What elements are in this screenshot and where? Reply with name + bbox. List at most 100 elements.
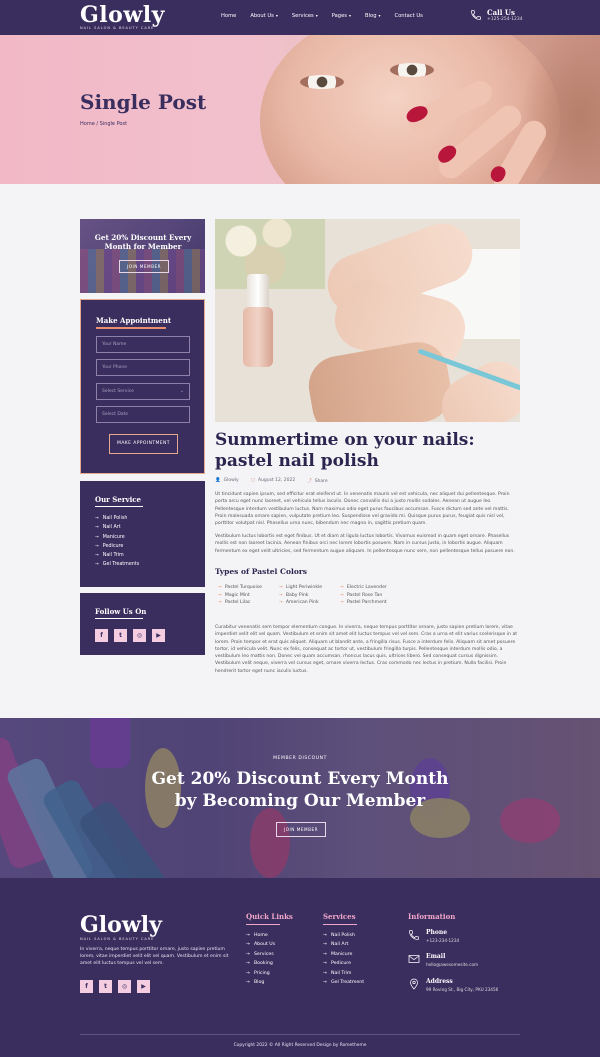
instagram-icon[interactable]: ◎: [118, 980, 131, 993]
footer-logo[interactable]: Glowly NAIL SALON & BEAUTY CARE: [80, 913, 162, 941]
arrow-right-icon: →: [340, 585, 344, 590]
footer-link[interactable]: → Booking: [246, 959, 293, 968]
nav-pages[interactable]: Pages ▾: [332, 13, 351, 19]
information-title: Information: [408, 912, 456, 921]
arrow-right-icon: →: [246, 942, 250, 948]
twitter-icon[interactable]: t: [99, 980, 112, 993]
list-item: → Pastel Rose Tan: [340, 592, 383, 598]
list-item: → Magic Mint: [218, 592, 250, 598]
arrow-right-icon: →: [246, 933, 250, 938]
footer-logo-name: Glowly: [80, 912, 162, 938]
service-item[interactable]: → Nail Polish: [95, 514, 139, 523]
list-item: → Baby Pink: [279, 592, 309, 598]
nav-services[interactable]: Services ▾: [292, 13, 318, 19]
chevron-down-icon: ▾: [275, 13, 278, 18]
hero-eye-right: [390, 63, 434, 77]
arrow-right-icon: →: [279, 600, 283, 605]
post-author[interactable]: 👤 Glowly: [215, 478, 239, 484]
footer-link[interactable]: → Manicure: [323, 950, 364, 959]
footer-link[interactable]: → Home: [246, 931, 293, 940]
phone-field[interactable]: Your Phone: [96, 359, 190, 376]
service-item[interactable]: → Pedicure: [95, 542, 139, 551]
arrow-right-icon: →: [340, 600, 344, 605]
list-item: → Pastel Turquoise: [218, 585, 262, 590]
email-value: hello@awesomesite.com: [426, 962, 479, 967]
arrow-right-icon: →: [95, 516, 99, 521]
email-label: Email: [426, 953, 446, 960]
footer-link[interactable]: → Pricing: [246, 969, 293, 978]
arrow-right-icon: →: [323, 970, 327, 976]
phone-icon: [409, 930, 419, 940]
twitter-icon[interactable]: t: [114, 629, 127, 642]
email-icon: [408, 955, 420, 963]
service-select[interactable]: Select Service ⌄: [96, 383, 190, 400]
facebook-icon[interactable]: f: [80, 980, 93, 993]
logo[interactable]: Glowly NAIL SALON & BEAUTY CARE: [80, 3, 165, 30]
make-appointment-button[interactable]: MAKE APPOINTMENT: [109, 434, 178, 454]
phone-icon: [471, 10, 481, 20]
post-date: ▢ August 12, 2022: [250, 478, 296, 483]
post-featured-image: [215, 219, 520, 422]
service-item[interactable]: → Nail Trim: [95, 551, 139, 560]
footer-link[interactable]: → Nail Art: [323, 940, 364, 949]
name-field[interactable]: Your Name: [96, 336, 190, 353]
footer-address[interactable]: Address 99 Roving St., Big City, PKU 234…: [408, 978, 498, 992]
breadcrumb[interactable]: Home / Single Post: [80, 121, 127, 127]
arrow-right-icon: →: [323, 980, 327, 986]
post-paragraph-1: Ut tincidunt sapien ipsum, sed efficitur…: [215, 492, 510, 527]
phone-label: Phone: [426, 929, 448, 936]
list-item: → Light Periwinkle: [279, 585, 323, 590]
footer-link[interactable]: → Gel Treatment: [323, 978, 364, 987]
service-item[interactable]: → Nail Art: [95, 523, 139, 532]
footer-phone[interactable]: Phone +123-234-1234: [408, 929, 459, 943]
footer-link[interactable]: → Nail Trim: [323, 969, 364, 978]
page-hero: Single Post Home / Single Post: [0, 35, 600, 184]
youtube-icon[interactable]: ▶: [137, 980, 150, 993]
our-service-title: Our Service: [95, 495, 141, 504]
join-member-button[interactable]: JOIN MEMBER: [119, 260, 169, 273]
call-us[interactable]: Call Us +125-254-1234: [470, 8, 523, 22]
arrow-right-icon: →: [323, 951, 327, 957]
hero-hair-shading: [520, 35, 600, 184]
post-meta: 👤 Glowly ▢ August 12, 2022 ⤴ Share: [215, 478, 328, 484]
site-footer: Glowly NAIL SALON & BEAUTY CARE In viver…: [0, 878, 600, 1057]
user-icon: 👤: [215, 478, 221, 483]
footer-link[interactable]: → About Us: [246, 940, 293, 949]
arrow-right-icon: →: [218, 585, 222, 590]
service-item[interactable]: → Gel Treatments: [95, 560, 139, 569]
footer-quick-links: Quick Links → Home → About Us → Services → B…: [246, 912, 293, 987]
location-pin-icon: [410, 978, 418, 990]
instagram-icon[interactable]: ◎: [133, 629, 146, 642]
nav-home[interactable]: Home: [221, 13, 236, 19]
polish-bottle: [243, 307, 273, 367]
youtube-icon[interactable]: ▶: [152, 629, 165, 642]
arrow-right-icon: →: [323, 933, 327, 938]
copyright: Copyright 2022 © All Right Reserved Desi…: [233, 1043, 367, 1048]
post-share[interactable]: ⤴ Share: [307, 478, 328, 484]
service-item[interactable]: → Manicure: [95, 533, 139, 542]
nav-about-us[interactable]: About Us ▾: [250, 13, 278, 19]
footer-about: In viverra, neque tempus porttitor ornar…: [80, 947, 229, 966]
join-member-button[interactable]: JOIN MEMBER: [276, 822, 326, 837]
services-title: Services: [323, 912, 356, 921]
footer-link[interactable]: → Blog: [246, 978, 293, 987]
title-underline: [95, 618, 143, 619]
arrow-right-icon: →: [279, 585, 283, 590]
title-underline: [323, 924, 357, 925]
nav-blog[interactable]: Blog ▾: [365, 13, 380, 19]
chevron-down-icon: ▾: [349, 13, 352, 18]
social-icons: f t ◎ ▶: [95, 629, 165, 642]
list-item: → Electric Lavender: [340, 585, 387, 590]
title-underline: [96, 327, 166, 329]
facebook-icon[interactable]: f: [95, 629, 108, 642]
footer-link[interactable]: → Nail Polish: [323, 931, 364, 940]
footer-email[interactable]: Email hello@awesomesite.com: [408, 953, 478, 967]
footer-link[interactable]: → Services: [246, 950, 293, 959]
arrow-right-icon: →: [246, 980, 250, 986]
logo-name: Glowly: [80, 2, 165, 28]
footer-link[interactable]: → Pedicure: [323, 959, 364, 968]
footer-information: Information: [408, 912, 455, 929]
chevron-down-icon: ⌄: [179, 388, 184, 394]
date-field[interactable]: Select Date: [96, 406, 190, 423]
nav-contact-us[interactable]: Contact Us: [395, 13, 423, 19]
